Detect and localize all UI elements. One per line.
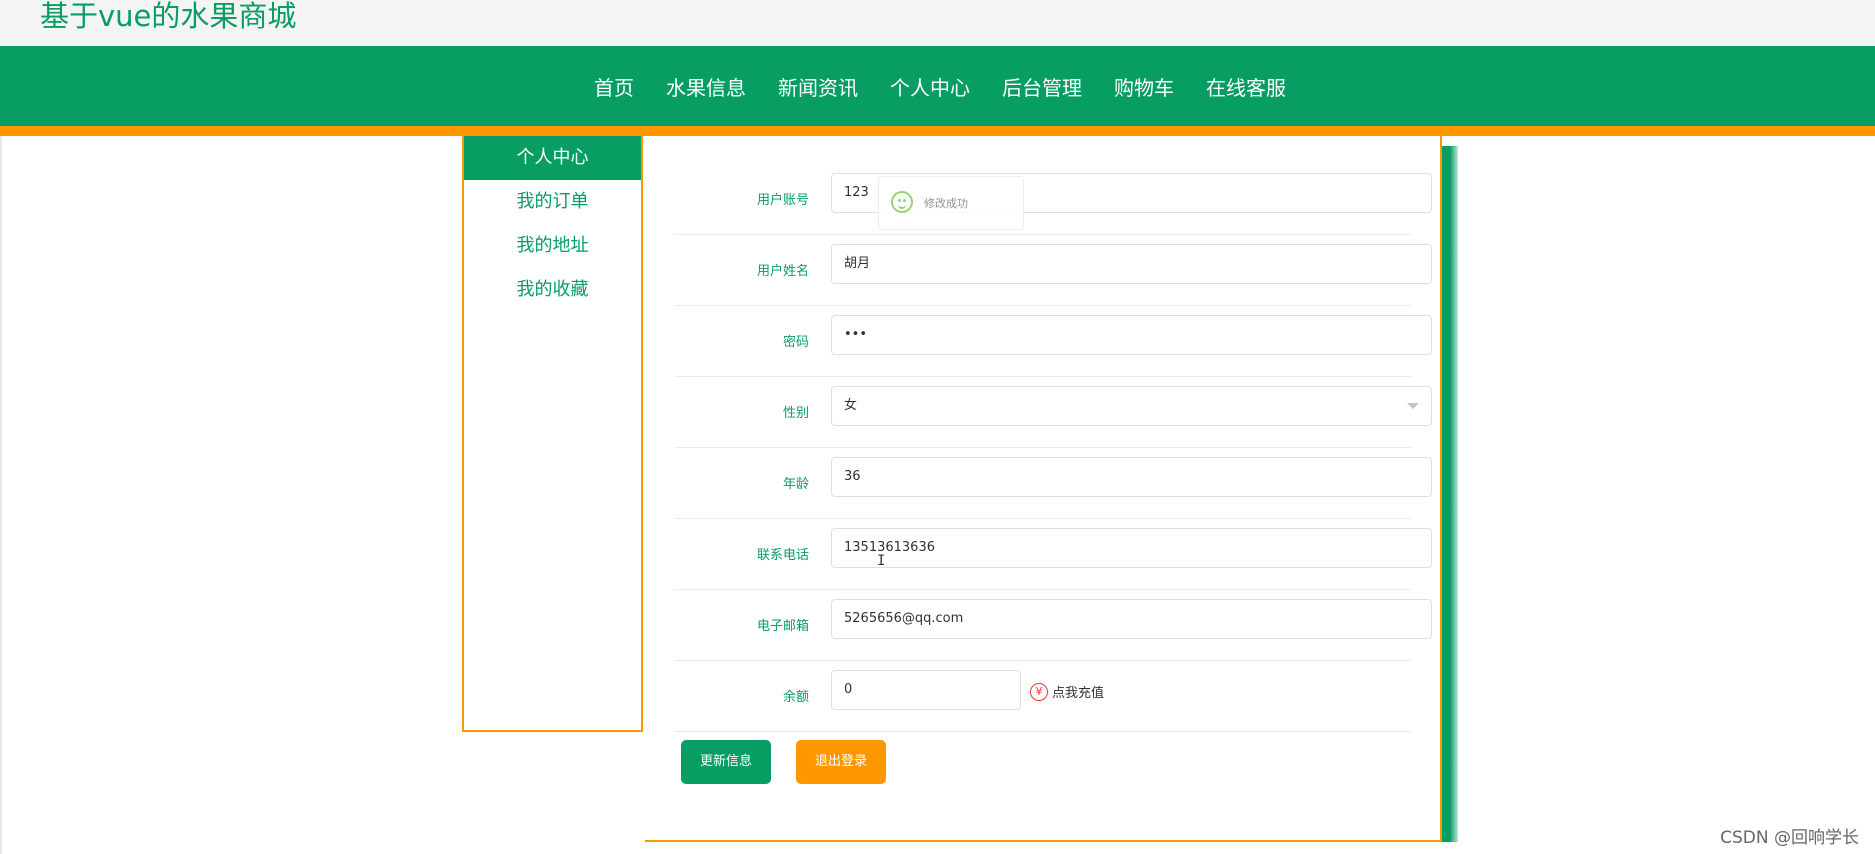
panel-shadow (1440, 146, 1458, 842)
orange-divider (0, 126, 1875, 136)
account-label: 用户账号 (756, 193, 809, 208)
phone-label: 联系电话 (756, 548, 809, 563)
site-title[interactable]: 基于vue的水果商城 (40, 0, 296, 36)
profile-form-panel: 用户账号 123 用户姓名 胡月 密码 ••• 性别 女 年龄 36 联系电话 … (645, 136, 1442, 842)
update-info-button[interactable]: 更新信息 (681, 740, 771, 784)
main-nav-bar: 首页 水果信息 新闻资讯 个人中心 后台管理 购物车 在线客服 (0, 46, 1875, 126)
nav-item-admin[interactable]: 后台管理 (1002, 72, 1082, 101)
left-edge-line (0, 136, 2, 854)
sidebar-item-my-orders[interactable]: 我的订单 (464, 180, 641, 224)
recharge-label: 点我充值 (1052, 686, 1105, 701)
watermark: CSDN @回响学长 (1720, 828, 1859, 848)
chevron-down-icon[interactable] (1407, 403, 1419, 409)
nav-item-cart[interactable]: 购物车 (1114, 72, 1174, 101)
nav-item-fruit-info[interactable]: 水果信息 (666, 72, 746, 101)
sidebar-item-my-address[interactable]: 我的地址 (464, 224, 641, 268)
sidebar-item-my-favorites[interactable]: 我的收藏 (464, 268, 641, 312)
age-input[interactable]: 36 (831, 457, 1432, 497)
logout-button[interactable]: 退出登录 (796, 740, 886, 784)
nav-item-personal-center[interactable]: 个人中心 (890, 72, 970, 101)
personal-sidebar: 个人中心 我的订单 我的地址 我的收藏 (462, 136, 643, 732)
form-row-name: 用户姓名 胡月 (675, 234, 1432, 306)
toast-message: 修改成功 (924, 197, 968, 210)
form-row-account: 用户账号 123 (675, 163, 1432, 235)
gender-value: 女 (844, 398, 858, 413)
recharge-link[interactable]: ¥ 点我充值 (1030, 682, 1104, 701)
gender-label: 性别 (782, 406, 809, 421)
form-row-phone: 联系电话 13513613636 (675, 518, 1432, 590)
phone-input[interactable]: 13513613636 (831, 528, 1432, 568)
sidebar-item-personal-center[interactable]: 个人中心 (464, 136, 641, 180)
form-row-gender: 性别 女 (675, 376, 1432, 448)
name-input[interactable]: 胡月 (831, 244, 1432, 284)
text-cursor-icon: I (877, 553, 886, 569)
smile-icon (891, 191, 913, 213)
success-toast: 修改成功 (878, 176, 1024, 230)
nav-list: 首页 水果信息 新闻资讯 个人中心 后台管理 购物车 在线客服 (594, 46, 1286, 126)
gender-select[interactable]: 女 (831, 386, 1432, 426)
form-row-password: 密码 ••• (675, 305, 1432, 377)
form-row-age: 年龄 36 (675, 447, 1432, 519)
password-input[interactable]: ••• (831, 315, 1432, 355)
password-label: 密码 (782, 335, 809, 350)
name-label: 用户姓名 (756, 264, 809, 279)
email-input[interactable]: 5265656@qq.com (831, 599, 1432, 639)
age-label: 年龄 (782, 477, 809, 492)
form-row-email: 电子邮箱 5265656@qq.com (675, 589, 1432, 661)
yen-icon: ¥ (1030, 682, 1048, 701)
balance-label: 余额 (782, 690, 809, 705)
balance-input[interactable]: 0 (831, 670, 1021, 710)
form-row-balance: 余额 0 ¥ 点我充值 (675, 660, 1411, 732)
nav-item-home[interactable]: 首页 (594, 72, 634, 101)
top-header-strip: 基于vue的水果商城 (0, 0, 1875, 46)
nav-item-news[interactable]: 新闻资讯 (778, 72, 858, 101)
nav-item-customer-service[interactable]: 在线客服 (1206, 72, 1286, 101)
email-label: 电子邮箱 (756, 619, 809, 634)
